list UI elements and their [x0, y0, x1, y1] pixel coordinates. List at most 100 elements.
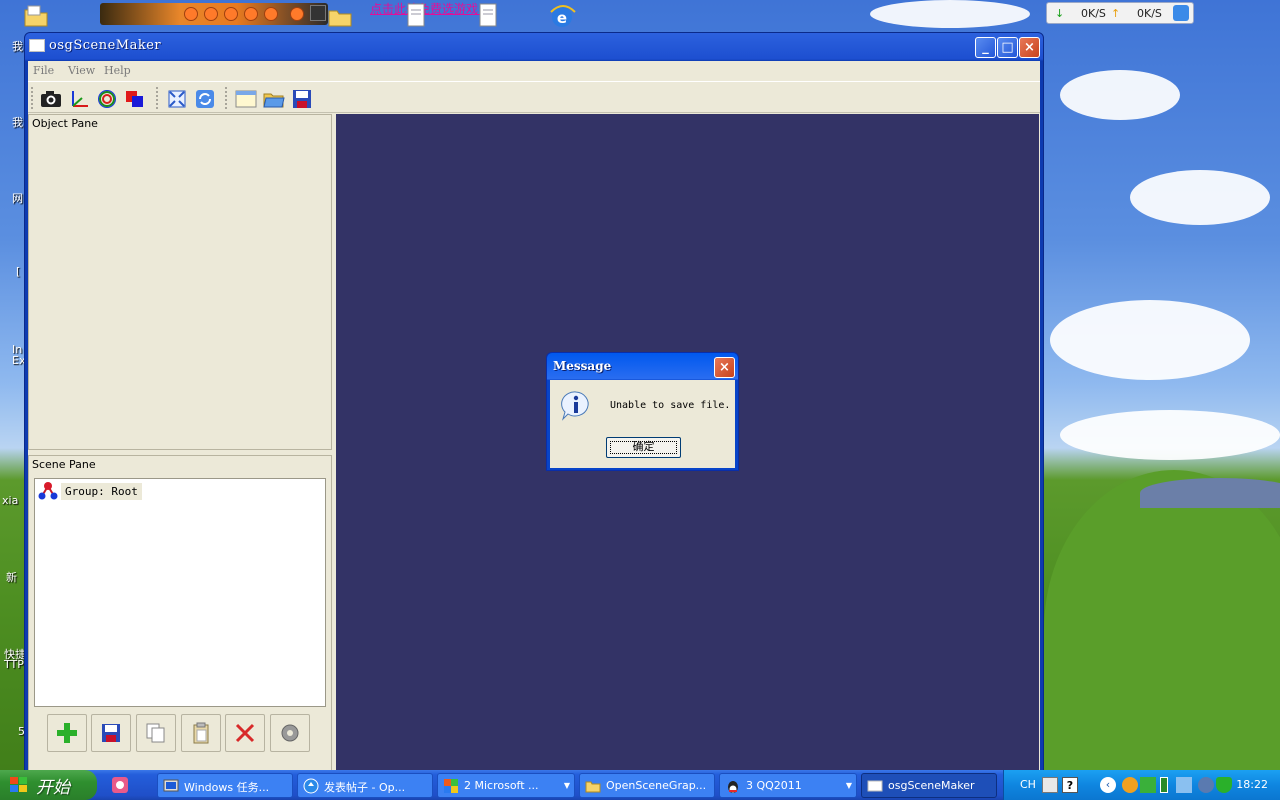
overlap-button[interactable] — [122, 86, 148, 111]
folder-icon[interactable] — [22, 2, 50, 30]
folder-icon[interactable] — [326, 2, 354, 30]
cloud — [1050, 300, 1250, 380]
open-folder-button[interactable] — [261, 86, 287, 111]
desktop-label[interactable]: 网 — [12, 190, 23, 206]
add-icon — [57, 723, 77, 743]
network-icon[interactable] — [1176, 777, 1192, 793]
add-node-button[interactable] — [47, 714, 87, 752]
document-icon[interactable] — [402, 2, 430, 30]
scene-pane-title: Scene Pane — [32, 458, 96, 471]
ie-shortcut-icon[interactable] — [1173, 5, 1189, 21]
camera-button[interactable] — [38, 86, 64, 111]
stop-icon[interactable] — [184, 7, 198, 21]
paste-node-button[interactable] — [181, 714, 221, 752]
volume-icon[interactable] — [290, 7, 304, 21]
clock[interactable]: 18:22 — [1236, 778, 1268, 791]
document-icon[interactable] — [474, 2, 502, 30]
task-manager-icon — [163, 779, 179, 792]
save-disk-icon — [293, 89, 311, 108]
menu-view[interactable]: View — [68, 64, 95, 77]
close-icon: × — [1024, 40, 1035, 55]
app-tray-icon[interactable] — [1140, 777, 1156, 793]
show-hidden-icons[interactable]: ‹ — [1100, 777, 1116, 793]
save-disk-button[interactable] — [289, 86, 315, 111]
task-button-active[interactable]: osgSceneMaker — [861, 773, 997, 798]
group-caret-icon: ▼ — [845, 781, 852, 790]
desktop-label[interactable]: 我 — [12, 114, 23, 130]
task-label: 发表帖子 - Op... — [324, 781, 406, 794]
battery-icon[interactable] — [1160, 777, 1168, 793]
scene-tree[interactable]: Group: Root — [34, 478, 326, 707]
start-label: 开始 — [36, 778, 70, 798]
orbit-icon — [98, 89, 116, 108]
toolbar-grip[interactable] — [225, 87, 228, 109]
group-caret-icon: ▼ — [563, 781, 570, 790]
settings-button[interactable] — [270, 714, 310, 752]
task-button[interactable]: 3 QQ2011 ▼ — [719, 773, 857, 798]
close-button[interactable]: × — [1019, 37, 1040, 58]
cloud — [1060, 70, 1180, 120]
desktop-label[interactable]: TTP — [4, 658, 24, 671]
menu-file[interactable]: File — [33, 64, 54, 77]
task-label: OpenSceneGrap... — [606, 779, 707, 792]
minimize-button[interactable]: _ — [975, 37, 996, 58]
orbit-button[interactable] — [94, 86, 120, 111]
security-shield-icon[interactable] — [1216, 777, 1232, 793]
task-button[interactable]: OpenSceneGrap... — [579, 773, 715, 798]
new-window-icon — [235, 90, 257, 107]
keyboard-icon[interactable] — [1042, 777, 1058, 793]
info-icon — [561, 391, 589, 421]
dialog-close-button[interactable]: × — [714, 357, 735, 378]
fit-view-icon — [168, 90, 186, 107]
object-pane-title: Object Pane — [32, 117, 98, 130]
app-window-icon — [867, 780, 883, 792]
desktop-label[interactable]: 新 — [6, 569, 17, 585]
maximize-button[interactable]: □ — [997, 37, 1018, 58]
delete-node-button[interactable] — [225, 714, 265, 752]
forward-icon[interactable] — [244, 7, 258, 21]
svg-text:e: e — [557, 9, 567, 27]
task-button[interactable]: 2 Microsoft ... ▼ — [437, 773, 575, 798]
pause-icon[interactable] — [204, 7, 218, 21]
desktop-label[interactable]: [ — [16, 265, 20, 278]
ok-button[interactable]: 确定 — [606, 437, 681, 458]
menu-icon[interactable] — [310, 5, 326, 21]
net-speed-widget[interactable]: ↓ 0K/S ↑ 0K/S — [1046, 2, 1194, 24]
app-window: osgSceneMaker _ □ × File View Help Objec… — [24, 32, 1044, 774]
window-icon[interactable] — [29, 39, 45, 52]
desktop-label[interactable]: 我 — [12, 38, 23, 54]
toolbar — [28, 81, 1040, 113]
internet-explorer-icon[interactable]: e — [548, 2, 576, 30]
dialog-title: Message — [553, 359, 612, 373]
qq-tray-icon[interactable] — [1122, 777, 1138, 793]
volume-icon[interactable] — [1198, 777, 1214, 793]
language-indicator[interactable]: CH — [1020, 778, 1036, 791]
open-folder-icon — [263, 93, 285, 107]
copy-node-button[interactable] — [136, 714, 176, 752]
menu-bar: File View Help — [28, 61, 1040, 81]
refresh-icon — [196, 89, 214, 108]
toolbar-grip[interactable] — [31, 87, 34, 109]
axes-button[interactable] — [66, 86, 92, 111]
download-arrow-icon: ↓ — [1055, 7, 1065, 20]
quick-launch-icon[interactable] — [110, 775, 130, 795]
tree-node-root[interactable]: Group: Root — [37, 481, 142, 501]
menu-help[interactable]: Help — [104, 64, 131, 77]
desktop-label[interactable]: xia — [2, 494, 18, 507]
object-pane: Object Pane — [28, 114, 332, 450]
media-player-bar[interactable] — [100, 3, 328, 25]
save-node-button[interactable] — [91, 714, 131, 752]
hill — [1044, 470, 1280, 790]
rewind-icon[interactable] — [224, 7, 238, 21]
task-button[interactable]: Windows 任务... — [157, 773, 293, 798]
toolbar-grip[interactable] — [156, 87, 159, 109]
title-bar[interactable]: osgSceneMaker _ □ × — [25, 33, 1043, 60]
task-button[interactable]: 发表帖子 - Op... — [297, 773, 433, 798]
help-icon[interactable]: ? — [1062, 777, 1078, 793]
new-window-button[interactable] — [233, 86, 259, 111]
start-button[interactable]: 开始 — [0, 770, 97, 800]
eject-icon[interactable] — [264, 7, 278, 21]
fit-view-button[interactable] — [164, 86, 190, 111]
refresh-button[interactable] — [192, 86, 218, 111]
taskbar: 开始 Windows 任务... 发表帖子 - Op... 2 Microsof… — [0, 770, 1280, 800]
